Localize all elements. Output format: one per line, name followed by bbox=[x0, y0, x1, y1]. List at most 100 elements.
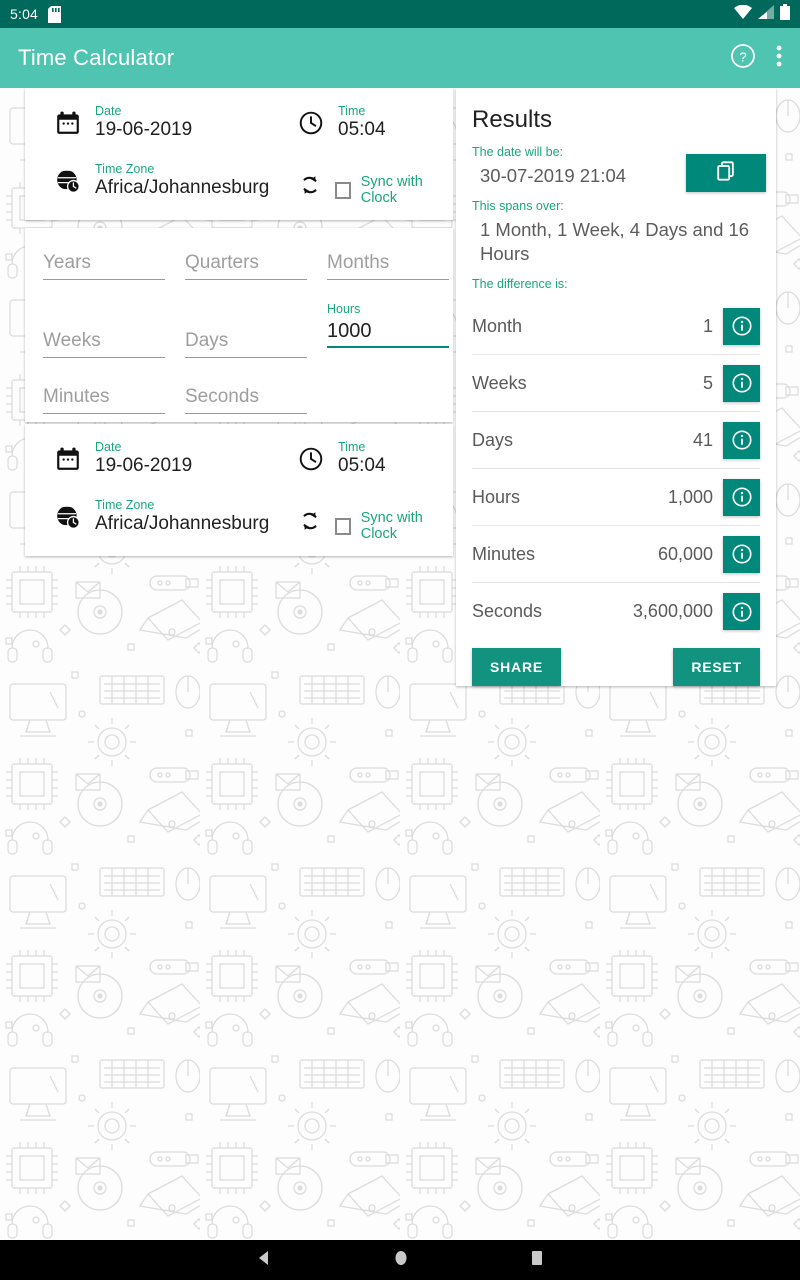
spans-over-label: This spans over: bbox=[472, 199, 564, 213]
input-weeks-placeholder: Weeks bbox=[43, 330, 101, 351]
input-months-underline bbox=[327, 279, 449, 280]
sync-refresh-icon[interactable] bbox=[297, 172, 323, 198]
end-time-field[interactable]: Time 05:04 bbox=[338, 440, 386, 478]
input-days[interactable]: Days bbox=[185, 328, 307, 358]
start-timezone-value: Africa/Johannesburg bbox=[95, 177, 270, 198]
help-circle-icon[interactable]: ? bbox=[730, 43, 756, 74]
svg-text:?: ? bbox=[739, 49, 746, 64]
table-row: Minutes 60,000 bbox=[472, 526, 760, 583]
input-hours-value: 1000 bbox=[327, 320, 372, 342]
input-minutes[interactable]: Minutes bbox=[43, 384, 165, 414]
input-years-placeholder: Years bbox=[43, 252, 91, 273]
app-screen: 5:04 Time Calculator ? Date 19-06-2019 T… bbox=[0, 0, 800, 1280]
reset-button[interactable]: RESET bbox=[673, 648, 760, 686]
globe-clock-icon[interactable] bbox=[55, 168, 81, 194]
page-title: Time Calculator bbox=[18, 45, 175, 70]
sync-refresh-icon[interactable] bbox=[297, 508, 323, 534]
start-datetime-card: Date 19-06-2019 Time 05:04 Time Zone Afr… bbox=[25, 88, 453, 220]
input-years-underline bbox=[43, 279, 165, 280]
start-time-field[interactable]: Time 05:04 bbox=[338, 104, 386, 142]
end-timezone-field[interactable]: Time Zone Africa/Johannesburg bbox=[95, 498, 269, 536]
input-minutes-underline bbox=[43, 413, 165, 414]
input-hours-label: Hours bbox=[327, 302, 361, 316]
table-row: Seconds 3,600,000 bbox=[472, 583, 760, 640]
start-sync-checkbox[interactable] bbox=[335, 181, 351, 199]
end-date-field[interactable]: Date 19-06-2019 bbox=[95, 440, 192, 478]
info-button-month[interactable] bbox=[723, 307, 760, 345]
input-weeks[interactable]: Weeks bbox=[43, 328, 165, 358]
nav-recents-icon[interactable] bbox=[529, 1249, 545, 1272]
end-timezone-value: Africa/Johannesburg bbox=[95, 513, 270, 534]
table-row: Days 41 bbox=[472, 412, 760, 469]
results-card: Results The date will be: 30-07-2019 21:… bbox=[456, 88, 776, 686]
nav-back-icon[interactable] bbox=[255, 1249, 273, 1272]
nav-home-icon[interactable] bbox=[393, 1249, 409, 1272]
clock-icon[interactable] bbox=[298, 110, 324, 136]
input-quarters-placeholder: Quarters bbox=[185, 252, 259, 273]
end-datetime-card: Date 19-06-2019 Time 05:04 Time Zone Afr… bbox=[25, 424, 453, 556]
info-button-hours[interactable] bbox=[723, 478, 760, 516]
status-clock: 5:04 bbox=[10, 6, 39, 22]
info-circle-icon bbox=[731, 601, 752, 622]
table-row: Month 1 bbox=[472, 298, 760, 355]
info-button-minutes[interactable] bbox=[723, 535, 760, 573]
status-icons bbox=[734, 3, 790, 25]
diff-value: 1,000 bbox=[667, 486, 713, 507]
diff-value: 60,000 bbox=[657, 543, 713, 564]
copy-button[interactable] bbox=[686, 154, 766, 192]
calendar-icon[interactable] bbox=[55, 110, 81, 136]
info-circle-icon bbox=[731, 487, 752, 507]
calendar-icon[interactable] bbox=[55, 446, 81, 472]
start-date-value: 19-06-2019 bbox=[95, 119, 193, 140]
end-date-label: Date bbox=[95, 440, 122, 454]
duration-grid: Years Quarters Months Weeks Days Hours 1… bbox=[25, 228, 453, 422]
info-button-seconds[interactable] bbox=[723, 593, 760, 630]
input-seconds[interactable]: Seconds bbox=[185, 384, 307, 414]
input-days-placeholder: Days bbox=[185, 330, 229, 351]
copy-icon bbox=[715, 160, 737, 187]
input-minutes-placeholder: Minutes bbox=[43, 386, 110, 407]
system-navigation-bar bbox=[0, 1240, 800, 1280]
table-row: Hours 1,000 bbox=[472, 469, 760, 526]
start-timezone-label: Time Zone bbox=[95, 162, 155, 176]
wifi-icon bbox=[734, 4, 752, 24]
table-row: Weeks 5 bbox=[472, 355, 760, 412]
input-days-underline bbox=[185, 357, 307, 358]
battery-icon bbox=[780, 3, 790, 25]
diff-name: Seconds bbox=[472, 601, 543, 621]
share-button[interactable]: SHARE bbox=[472, 648, 562, 686]
input-seconds-underline bbox=[185, 413, 307, 414]
start-sync-with-clock-toggle[interactable]: Sync with Clock bbox=[335, 174, 453, 206]
end-time-label: Time bbox=[338, 440, 366, 454]
end-sync-checkbox[interactable] bbox=[335, 517, 351, 535]
start-time-value: 05:04 bbox=[338, 119, 386, 140]
results-title: Results bbox=[472, 106, 553, 133]
input-quarters[interactable]: Quarters bbox=[185, 250, 307, 280]
start-timezone-field[interactable]: Time Zone Africa/Johannesburg bbox=[95, 162, 269, 200]
spans-over-value: 1 Month, 1 Week, 4 Days and 16 Hours bbox=[480, 219, 750, 264]
info-circle-icon bbox=[731, 544, 752, 564]
start-sync-label: Sync with Clock bbox=[360, 174, 423, 206]
globe-clock-icon[interactable] bbox=[55, 504, 81, 530]
start-date-field[interactable]: Date 19-06-2019 bbox=[95, 104, 192, 142]
results-actions: SHARE RESET bbox=[472, 648, 760, 686]
duration-inputs-card: Years Quarters Months Weeks Days Hours 1… bbox=[25, 228, 453, 422]
input-weeks-underline bbox=[43, 357, 165, 358]
info-circle-icon bbox=[731, 430, 752, 450]
difference-list: Month 1 Weeks 5 Days 41 Hours 1,000 Minu… bbox=[472, 298, 760, 640]
input-years[interactable]: Years bbox=[43, 250, 165, 280]
info-button-days[interactable] bbox=[723, 421, 760, 459]
end-time-value: 05:04 bbox=[338, 455, 386, 476]
clock-icon[interactable] bbox=[298, 446, 324, 472]
input-months[interactable]: Months bbox=[327, 250, 449, 280]
input-hours[interactable]: Hours 1000 bbox=[327, 302, 449, 348]
more-vertical-icon[interactable] bbox=[776, 44, 782, 73]
cellular-signal-icon bbox=[758, 4, 774, 24]
diff-name: Month bbox=[472, 315, 523, 336]
end-sync-with-clock-toggle[interactable]: Sync with Clock bbox=[335, 510, 453, 542]
info-button-weeks[interactable] bbox=[723, 364, 760, 402]
diff-value: 3,600,000 bbox=[632, 601, 713, 621]
sd-card-icon bbox=[48, 5, 62, 23]
input-seconds-placeholder: Seconds bbox=[185, 386, 259, 407]
end-sync-label: Sync with Clock bbox=[360, 510, 423, 542]
